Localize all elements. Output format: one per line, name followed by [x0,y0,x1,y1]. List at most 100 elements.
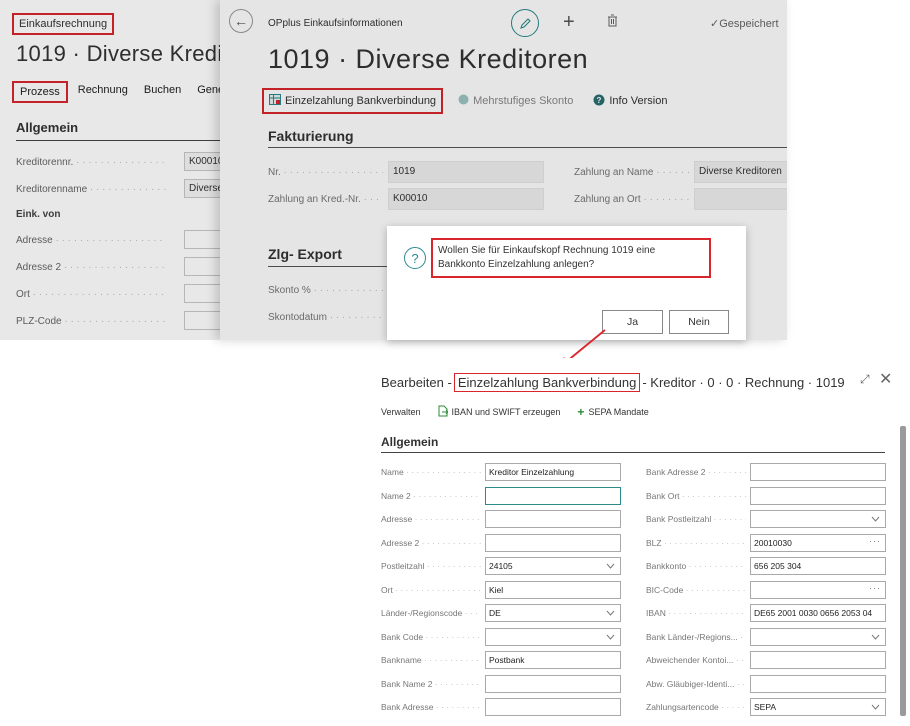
panel-field-row: Adresse 2 [381,534,481,552]
field-label: Bank Adresse [381,702,481,712]
modal-overlay [0,0,230,340]
field-label: Ort [381,585,481,595]
field-label: Bank Länder-/Regions... [646,632,746,642]
dialog-message: Wollen Sie für Einkaufskopf Rechnung 101… [431,238,711,278]
panel-field-row: IBAN [646,604,746,622]
close-icon[interactable]: ✕ [879,369,892,389]
text-field[interactable] [750,674,886,693]
text-field[interactable]: 20010030 ··· [750,533,886,552]
text-field[interactable] [750,651,886,669]
text-field[interactable] [750,486,886,505]
text-field[interactable] [485,698,621,716]
field-label: Zahlungsartencode [646,702,746,712]
field-label: BIC-Code [646,585,746,595]
panel-field-row: Name [381,463,481,481]
field-value: DE [489,608,501,618]
tool-label: Verwalten [381,407,421,417]
panel-field-row: Abw. Gläubiger-Identi... [646,675,746,693]
chevron-down-icon[interactable] [606,629,615,643]
panel-field-row: Zahlungsartencode [646,698,746,716]
dropdown-field[interactable] [485,627,621,646]
panel-field-row: BLZ [646,534,746,552]
chevron-down-icon[interactable] [606,605,615,619]
text-field[interactable] [485,510,621,528]
field-label: Bankkonto [646,561,746,571]
panel-field-row: Bank Adresse [381,698,481,716]
field-label: Abw. Gläubiger-Identi... [646,679,746,689]
plus-icon: + [577,405,585,419]
divider [381,452,885,453]
more-options-icon[interactable]: ··· [869,536,881,546]
screenshot-stage: Einkaufsrechnung 1019 · Diverse Kreditor… [0,0,910,726]
field-label: Name 2 [381,491,481,501]
panel-field-row: Name 2 [381,487,481,505]
text-field[interactable] [485,486,621,505]
dropdown-field[interactable] [750,627,886,646]
text-field[interactable]: DE65 2001 0030 0656 2053 04 [750,604,886,622]
field-label: Bank Code [381,632,481,642]
panel-field-row: Bank Name 2 [381,675,481,693]
field-label: BLZ [646,538,746,548]
document-arrow-icon [438,405,449,419]
chevron-down-icon[interactable] [871,699,880,713]
confirm-dialog: ? Wollen Sie für Einkaufskopf Rechnung 1… [387,226,746,340]
panel-field-row: Bank Länder-/Regions... [646,628,746,646]
panel-title-suffix: - Kreditor · 0 · 0 · Rechnung · 1019 [642,375,845,390]
field-value: Postbank [489,655,525,665]
field-value: 20010030 [754,537,792,548]
text-field[interactable] [485,533,621,552]
field-label: Bank Postleitzahl [646,514,746,524]
question-icon: ? [404,247,426,269]
panel-field-row: Abweichender Kontoi... [646,651,746,669]
text-field[interactable]: ··· [750,580,886,599]
text-field[interactable]: 656 205 304 [750,557,886,575]
field-label: Bank Adresse 2 [646,467,746,477]
panel-field-row: Adresse [381,510,481,528]
scrollbar[interactable] [900,426,906,716]
dropdown-field[interactable] [750,510,886,528]
panel-field-row: Bank Code [381,628,481,646]
field-value: Kiel [489,584,504,595]
field-label: Abweichender Kontoi... [646,655,746,665]
panel-field-row: Länder-/Regionscode [381,604,481,622]
field-label: Bank Ort [646,491,746,501]
chevron-down-icon[interactable] [871,511,880,525]
chevron-down-icon[interactable] [606,558,615,572]
chevron-down-icon[interactable] [871,629,880,643]
panel-title-prefix: Bearbeiten - [381,375,452,390]
tool-sepa-mandate[interactable]: + SEPA Mandate [577,405,648,419]
dropdown-field[interactable]: SEPA [750,698,886,716]
tool-iban-swift[interactable]: IBAN und SWIFT erzeugen [438,405,561,419]
field-value: 656 205 304 [754,561,802,571]
field-label: Postleitzahl [381,561,481,571]
text-field[interactable] [750,463,886,481]
field-label: Bank Name 2 [381,679,481,689]
expand-icon[interactable]: ⤢ [860,372,870,387]
field-value: SEPA [754,702,777,712]
dropdown-field[interactable]: DE [485,604,621,622]
edit-panel: Bearbeiten - Einzelzahlung Bankverbindun… [370,358,910,726]
text-field[interactable] [485,674,621,693]
panel-field-row: Bank Adresse 2 [646,463,746,481]
field-value: DE65 2001 0030 0656 2053 04 [754,608,873,618]
panel-title-highlight: Einzelzahlung Bankverbindung [453,373,641,392]
field-label: Adresse 2 [381,538,481,548]
panel-field-row: Bankname [381,651,481,669]
panel-toolbar: Verwalten IBAN und SWIFT erzeugen + SEPA… [381,405,666,419]
tool-label: SEPA Mandate [588,407,649,417]
text-field[interactable]: Postbank [485,651,621,669]
panel-group-allgemein: Allgemein [381,435,439,449]
panel-field-row: Ort [381,581,481,599]
tool-verwalten[interactable]: Verwalten [381,407,421,417]
dropdown-field[interactable]: 24105 [485,557,621,575]
field-value: 24105 [489,561,513,571]
text-field[interactable]: Kreditor Einzelzahlung [485,463,621,481]
tool-label: IBAN und SWIFT erzeugen [451,407,561,417]
more-options-icon[interactable]: ··· [869,583,881,593]
field-label: Bankname [381,655,481,665]
no-button[interactable]: Nein [669,310,729,334]
panel-field-row: Bank Ort [646,487,746,505]
text-field[interactable]: Kiel [485,580,621,599]
panel-field-row: Postleitzahl [381,557,481,575]
panel-field-row: Bankkonto [646,557,746,575]
